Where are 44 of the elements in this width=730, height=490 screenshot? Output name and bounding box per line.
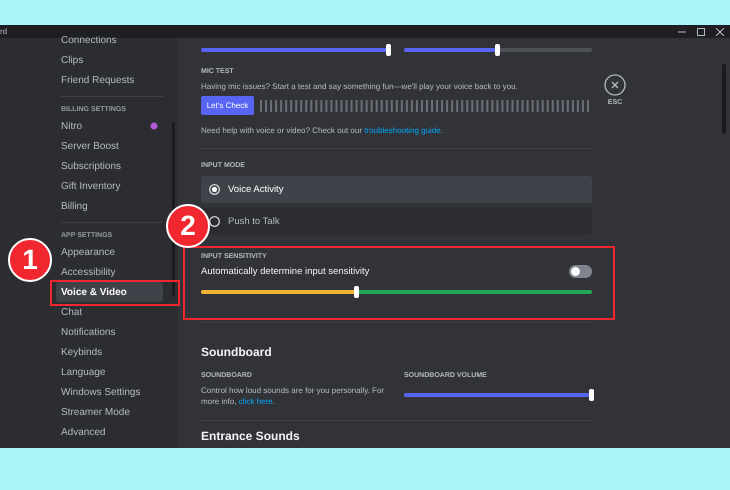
sensitivity-slider[interactable] xyxy=(201,286,592,298)
toggle-switch[interactable] xyxy=(569,265,592,278)
section-title: Entrance Sounds xyxy=(201,430,301,442)
sidebar-item[interactable]: Accessibility xyxy=(56,266,163,278)
click-here-link[interactable]: click here xyxy=(238,397,273,406)
close-icon[interactable] xyxy=(716,28,724,36)
help-text: Need help with voice or video? Check out our troubleshooting guide. xyxy=(201,125,444,136)
sidebar-item[interactable]: Subscriptions xyxy=(56,160,163,172)
sidebar-item[interactable]: Appearance xyxy=(56,246,163,258)
slider-thumb[interactable] xyxy=(386,44,391,56)
description-text: Control how loud sounds are for you personally. For more info, click here. xyxy=(201,385,386,407)
slider[interactable] xyxy=(201,44,389,56)
sidebar-item[interactable]: Server Boost xyxy=(56,140,163,152)
volume-slider[interactable] xyxy=(404,389,592,401)
troubleshooting-link[interactable]: troubleshooting guide xyxy=(364,126,441,135)
slider-thumb[interactable] xyxy=(589,389,594,401)
slider[interactable] xyxy=(404,44,592,56)
sidebar-item[interactable]: Chat xyxy=(56,306,163,318)
sidebar-item[interactable]: Gift Inventory xyxy=(56,180,163,192)
sidebar-item[interactable]: Voice & Video xyxy=(56,282,163,302)
sidebar-item[interactable]: Keybinds xyxy=(56,346,163,358)
window-title: rd xyxy=(0,28,8,36)
radio-icon xyxy=(209,216,220,227)
sidebar-item[interactable]: Nitro xyxy=(56,120,163,132)
slider-thumb[interactable] xyxy=(354,286,360,298)
sidebar-item[interactable]: Language xyxy=(56,366,163,378)
sidebar-item[interactable]: Connections xyxy=(56,34,163,46)
sidebar-item[interactable]: Billing xyxy=(56,200,163,212)
maximize-icon[interactable] xyxy=(697,28,705,36)
radio-option[interactable]: Push to Talk xyxy=(201,208,592,235)
sidebar-item[interactable]: Advanced xyxy=(56,426,163,438)
sidebar-item[interactable]: Clips xyxy=(56,54,163,66)
sidebar-item[interactable]: Streamer Mode xyxy=(56,406,163,418)
radio-icon xyxy=(209,184,220,195)
description-text: Having mic issues? Start a test and say something fun—we'll play your voice back to you. xyxy=(201,81,519,92)
close-icon[interactable] xyxy=(604,74,626,96)
slider-thumb[interactable] xyxy=(495,44,500,56)
lets-check-button[interactable]: Let's Check xyxy=(201,96,254,115)
sidebar-item[interactable]: Friend Requests xyxy=(56,74,163,86)
sidebar-item[interactable]: Notifications xyxy=(56,326,163,338)
radio-option[interactable]: Voice Activity xyxy=(201,176,592,203)
setting-label: Automatically determine input sensitivity xyxy=(201,266,370,277)
section-title: Soundboard xyxy=(201,345,273,359)
sidebar-item[interactable]: Windows Settings xyxy=(56,386,163,398)
